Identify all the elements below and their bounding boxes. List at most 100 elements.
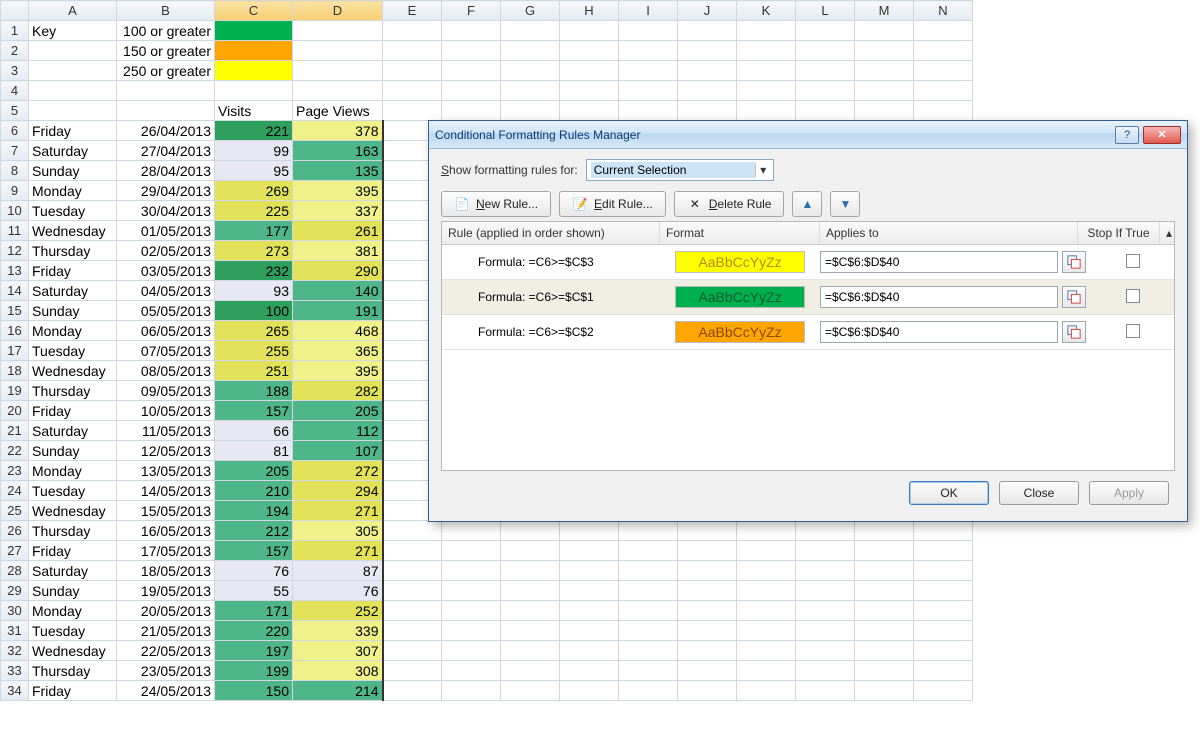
close-icon[interactable]: ✕ <box>1143 126 1181 144</box>
help-button[interactable]: ? <box>1115 126 1139 144</box>
cell[interactable] <box>501 541 560 561</box>
row-header-2[interactable]: 2 <box>1 41 29 61</box>
cell[interactable] <box>737 661 796 681</box>
cell-B18[interactable]: 08/05/2013 <box>117 361 215 381</box>
cell-A32[interactable]: Wednesday <box>29 641 117 661</box>
cell-D29[interactable]: 76 <box>293 581 383 601</box>
cell[interactable] <box>855 661 914 681</box>
cell[interactable] <box>796 21 855 41</box>
cell[interactable] <box>914 621 973 641</box>
cell[interactable] <box>914 521 973 541</box>
cell-C32[interactable]: 197 <box>215 641 293 661</box>
cell-C7[interactable]: 99 <box>215 141 293 161</box>
cell-D6[interactable]: 378 <box>293 121 383 141</box>
row-header-3[interactable]: 3 <box>1 61 29 81</box>
cell-A8[interactable]: Sunday <box>29 161 117 181</box>
cell[interactable] <box>560 661 619 681</box>
cell-C26[interactable]: 212 <box>215 521 293 541</box>
cell-B33[interactable]: 23/05/2013 <box>117 661 215 681</box>
cell[interactable] <box>737 561 796 581</box>
cell[interactable] <box>383 21 442 41</box>
cell-D11[interactable]: 261 <box>293 221 383 241</box>
cell-B30[interactable]: 20/05/2013 <box>117 601 215 621</box>
cell[interactable] <box>501 21 560 41</box>
row-header-16[interactable]: 16 <box>1 321 29 341</box>
row-header-15[interactable]: 15 <box>1 301 29 321</box>
cell[interactable] <box>442 101 501 121</box>
cell[interactable] <box>501 561 560 581</box>
cell-A3[interactable] <box>29 61 117 81</box>
cell[interactable] <box>914 561 973 581</box>
cell[interactable] <box>501 81 560 101</box>
cell-C2[interactable] <box>215 41 293 61</box>
range-picker-button[interactable] <box>1062 321 1086 343</box>
col-header-D[interactable]: D <box>293 1 383 21</box>
cell-A7[interactable]: Saturday <box>29 141 117 161</box>
cell-D1[interactable] <box>293 21 383 41</box>
col-header-C[interactable]: C <box>215 1 293 21</box>
row-header-4[interactable]: 4 <box>1 81 29 101</box>
cell[interactable] <box>560 681 619 701</box>
cell[interactable] <box>442 681 501 701</box>
cell-D5[interactable]: Page Views <box>293 101 383 121</box>
cell-C16[interactable]: 265 <box>215 321 293 341</box>
cell[interactable] <box>914 541 973 561</box>
row-header-34[interactable]: 34 <box>1 681 29 701</box>
cell[interactable] <box>442 41 501 61</box>
cell-A11[interactable]: Wednesday <box>29 221 117 241</box>
cell-D17[interactable]: 365 <box>293 341 383 361</box>
cell-A17[interactable]: Tuesday <box>29 341 117 361</box>
col-header-J[interactable]: J <box>678 1 737 21</box>
cell[interactable] <box>678 41 737 61</box>
row-header-18[interactable]: 18 <box>1 361 29 381</box>
cell[interactable] <box>914 41 973 61</box>
cell[interactable] <box>619 81 678 101</box>
cell-B2[interactable]: 150 or greater <box>117 41 215 61</box>
cell[interactable] <box>383 581 442 601</box>
cell[interactable] <box>442 81 501 101</box>
cell[interactable] <box>383 41 442 61</box>
row-header-32[interactable]: 32 <box>1 641 29 661</box>
cell-A30[interactable]: Monday <box>29 601 117 621</box>
cell-B13[interactable]: 03/05/2013 <box>117 261 215 281</box>
cell[interactable] <box>796 81 855 101</box>
cell-D2[interactable] <box>293 41 383 61</box>
row-header-27[interactable]: 27 <box>1 541 29 561</box>
cell-D27[interactable]: 271 <box>293 541 383 561</box>
move-up-button[interactable]: ▲ <box>792 191 822 217</box>
cell[interactable] <box>560 61 619 81</box>
cell[interactable] <box>383 541 442 561</box>
cell-C23[interactable]: 205 <box>215 461 293 481</box>
cell[interactable] <box>796 541 855 561</box>
rule-row[interactable]: Formula: =C6>=$C$2 AaBbCcYyZz <box>442 315 1174 350</box>
row-header-28[interactable]: 28 <box>1 561 29 581</box>
cell[interactable] <box>855 41 914 61</box>
cell[interactable] <box>383 601 442 621</box>
cell-D31[interactable]: 339 <box>293 621 383 641</box>
cell[interactable] <box>383 101 442 121</box>
range-picker-button[interactable] <box>1062 251 1086 273</box>
cell-C19[interactable]: 188 <box>215 381 293 401</box>
cell-C1[interactable] <box>215 21 293 41</box>
cell-C31[interactable]: 220 <box>215 621 293 641</box>
col-header-N[interactable]: N <box>914 1 973 21</box>
cell[interactable] <box>442 541 501 561</box>
cell-D25[interactable]: 271 <box>293 501 383 521</box>
row-header-26[interactable]: 26 <box>1 521 29 541</box>
cell-A1[interactable]: Key <box>29 21 117 41</box>
cell[interactable] <box>619 21 678 41</box>
cell[interactable] <box>678 681 737 701</box>
stop-if-true-checkbox[interactable] <box>1126 324 1140 338</box>
cell-C3[interactable] <box>215 61 293 81</box>
cell-A22[interactable]: Sunday <box>29 441 117 461</box>
cell-A16[interactable]: Monday <box>29 321 117 341</box>
cell-B26[interactable]: 16/05/2013 <box>117 521 215 541</box>
cell-C28[interactable]: 76 <box>215 561 293 581</box>
cell-C34[interactable]: 150 <box>215 681 293 701</box>
cell[interactable] <box>501 681 560 701</box>
row-header-17[interactable]: 17 <box>1 341 29 361</box>
cell[interactable] <box>560 601 619 621</box>
cell-B19[interactable]: 09/05/2013 <box>117 381 215 401</box>
cell[interactable] <box>855 641 914 661</box>
new-rule-button[interactable]: 📄 New Rule... <box>441 191 551 217</box>
